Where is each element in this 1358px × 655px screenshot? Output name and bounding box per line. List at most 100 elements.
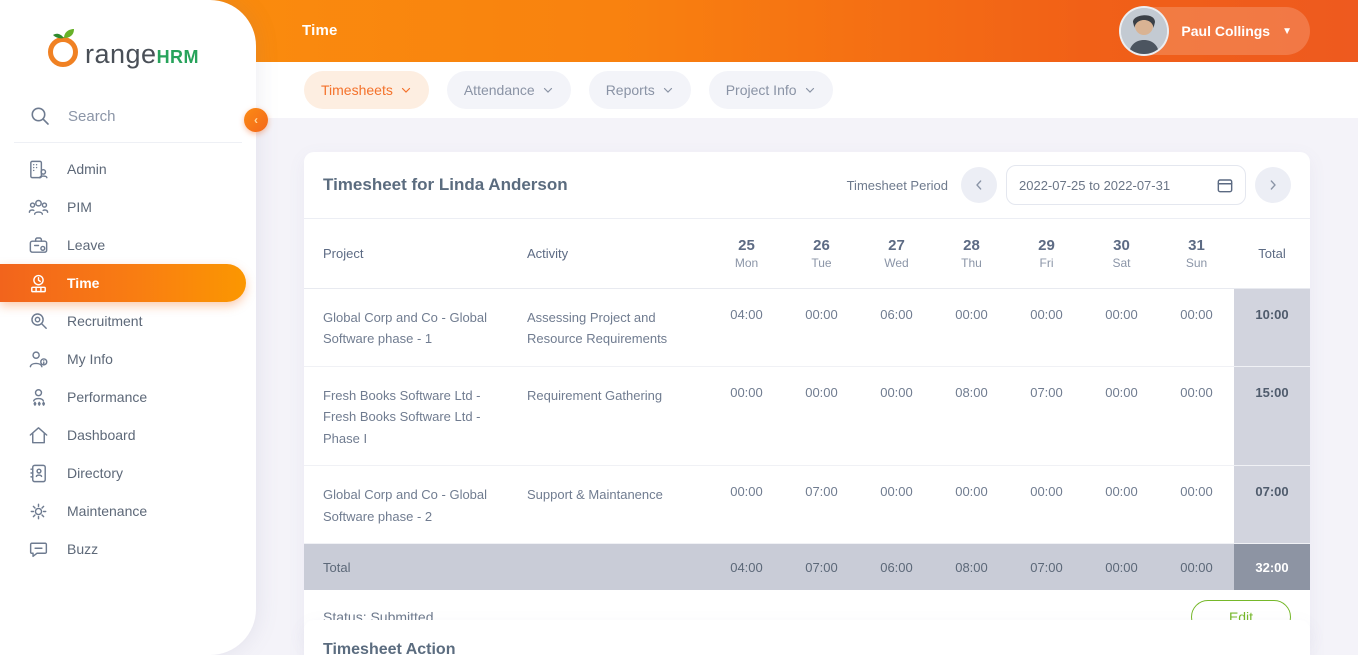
timesheet-total-row: Total04:0007:0006:0008:0007:0000:0000:00… bbox=[304, 544, 1310, 590]
timesheet-table-header: ProjectActivity 25 Mon 26 Tue 27Wed28Thu29Fri… bbox=[304, 219, 1310, 289]
total-row-time: 08:00 bbox=[934, 544, 1009, 590]
sidebar-item-label: Dashboard bbox=[67, 427, 136, 443]
day-number: 30 bbox=[1113, 237, 1130, 254]
pim-icon bbox=[27, 196, 50, 219]
sidebar-item-performance[interactable]: Performance bbox=[0, 378, 256, 416]
search-label: Search bbox=[68, 108, 116, 125]
sidebar-item-label: Leave bbox=[67, 237, 105, 253]
column-header-day-29: 29Fri bbox=[1009, 219, 1084, 288]
total-row-time: 07:00 bbox=[784, 544, 859, 590]
cell-time: 08:00 bbox=[934, 367, 1009, 465]
tab-label: Reports bbox=[606, 82, 655, 98]
day-number: 31 bbox=[1188, 237, 1205, 254]
cell-time: 00:00 bbox=[859, 367, 934, 465]
chevron-down-icon bbox=[662, 84, 674, 96]
sidebar-item-my-info[interactable]: My Info bbox=[0, 340, 256, 378]
total-row-time: 04:00 bbox=[709, 544, 784, 590]
total-row-time: 06:00 bbox=[859, 544, 934, 590]
cell-time: 00:00 bbox=[859, 466, 934, 543]
cell-time: 00:00 bbox=[934, 466, 1009, 543]
sidebar-item-admin[interactable]: Admin bbox=[0, 150, 256, 188]
chevron-down-icon bbox=[400, 84, 412, 96]
previous-period-button[interactable] bbox=[961, 167, 997, 203]
orangehrm-logo: rangeHRM bbox=[46, 26, 199, 68]
performance-icon bbox=[27, 386, 50, 409]
cell-time: 07:00 bbox=[784, 466, 859, 543]
period-label: Timesheet Period bbox=[847, 178, 948, 193]
cell-row-total: 15:00 bbox=[1234, 367, 1310, 465]
cell-time: 00:00 bbox=[1009, 466, 1084, 543]
tab-label: Timesheets bbox=[321, 82, 393, 98]
column-header-project: Project bbox=[304, 219, 527, 288]
maintenance-icon bbox=[27, 500, 50, 523]
column-header-activity: Activity bbox=[527, 219, 709, 288]
period-date-input[interactable]: 2022-07-25 to 2022-07-31 bbox=[1006, 165, 1246, 205]
tab-project-info[interactable]: Project Info bbox=[709, 71, 833, 109]
sidebar-item-pim[interactable]: PIM bbox=[0, 188, 256, 226]
total-row-spacer bbox=[527, 544, 709, 590]
time-icon bbox=[27, 272, 50, 295]
sidebar-item-recruitment[interactable]: Recruitment bbox=[0, 302, 256, 340]
timesheet-card: Timesheet for Linda Anderson Timesheet P… bbox=[304, 152, 1310, 644]
column-header-day-30: 30Sat bbox=[1084, 219, 1159, 288]
column-header-day-28: 28Thu bbox=[934, 219, 1009, 288]
sidebar-item-label: Recruitment bbox=[67, 313, 142, 329]
my-info-icon bbox=[27, 348, 50, 371]
calendar-icon bbox=[1215, 175, 1235, 195]
day-name: Mon bbox=[735, 256, 758, 270]
cell-time: 00:00 bbox=[934, 289, 1009, 366]
cell-time: 00:00 bbox=[1159, 367, 1234, 465]
sidebar-search[interactable]: Search bbox=[28, 104, 116, 128]
user-profile-menu[interactable]: Paul Collings ▼ bbox=[1120, 7, 1310, 55]
sidebar-item-maintenance[interactable]: Maintenance bbox=[0, 492, 256, 530]
total-row-time: 00:00 bbox=[1084, 544, 1159, 590]
dashboard-icon bbox=[27, 424, 50, 447]
column-header-day-27: 27Wed bbox=[859, 219, 934, 288]
cell-project: Global Corp and Co - Global Software pha… bbox=[304, 289, 527, 366]
cell-time: 00:00 bbox=[1159, 466, 1234, 543]
tab-reports[interactable]: Reports bbox=[589, 71, 691, 109]
search-icon bbox=[28, 104, 52, 128]
sidebar-item-dashboard[interactable]: Dashboard bbox=[0, 416, 256, 454]
cell-time: 00:00 bbox=[1009, 289, 1084, 366]
next-period-button[interactable] bbox=[1255, 167, 1291, 203]
tab-label: Project Info bbox=[726, 82, 797, 98]
cell-time: 07:00 bbox=[1009, 367, 1084, 465]
sidebar-item-directory[interactable]: Directory bbox=[0, 454, 256, 492]
day-number: 26 bbox=[813, 237, 830, 254]
total-row-label: Total bbox=[304, 544, 527, 590]
cell-activity: Support & Maintanence bbox=[527, 466, 709, 543]
cell-time: 00:00 bbox=[709, 466, 784, 543]
tab-timesheets[interactable]: Timesheets bbox=[304, 71, 429, 109]
cell-time: 00:00 bbox=[784, 367, 859, 465]
logo-text-range: range bbox=[85, 41, 157, 68]
sidebar-item-buzz[interactable]: Buzz bbox=[0, 530, 256, 568]
sidebar-item-leave[interactable]: Leave bbox=[0, 226, 256, 264]
avatar bbox=[1119, 6, 1169, 56]
day-number: 25 bbox=[738, 237, 755, 254]
timesheet-action-title: Timesheet Action bbox=[323, 641, 1291, 655]
cell-time: 00:00 bbox=[784, 289, 859, 366]
day-name: Wed bbox=[884, 256, 908, 270]
column-header-day-25: 25 Mon bbox=[709, 219, 784, 288]
timesheet-action-card: Timesheet Action bbox=[304, 620, 1310, 655]
sidebar-item-label: My Info bbox=[67, 351, 113, 367]
tab-label: Attendance bbox=[464, 82, 535, 98]
sidebar-item-time[interactable]: Time bbox=[0, 264, 246, 302]
cell-project: Fresh Books Software Ltd - Fresh Books S… bbox=[304, 367, 527, 465]
cell-row-total: 10:00 bbox=[1234, 289, 1310, 366]
cell-project: Global Corp and Co - Global Software pha… bbox=[304, 466, 527, 543]
day-name: Fri bbox=[1040, 256, 1054, 270]
sidebar-divider bbox=[14, 142, 242, 143]
chevron-down-icon bbox=[804, 84, 816, 96]
sidebar-item-label: Time bbox=[67, 275, 99, 291]
module-tabs: Timesheets Attendance Reports Project Info bbox=[256, 62, 1358, 118]
cell-time: 00:00 bbox=[1084, 466, 1159, 543]
day-name: Sun bbox=[1186, 256, 1207, 270]
day-name: Tue bbox=[811, 256, 831, 270]
cell-time: 06:00 bbox=[859, 289, 934, 366]
sidebar-collapse-button[interactable]: ‹ bbox=[244, 108, 268, 132]
admin-icon bbox=[27, 158, 50, 181]
sidebar-item-label: Directory bbox=[67, 465, 123, 481]
tab-attendance[interactable]: Attendance bbox=[447, 71, 571, 109]
